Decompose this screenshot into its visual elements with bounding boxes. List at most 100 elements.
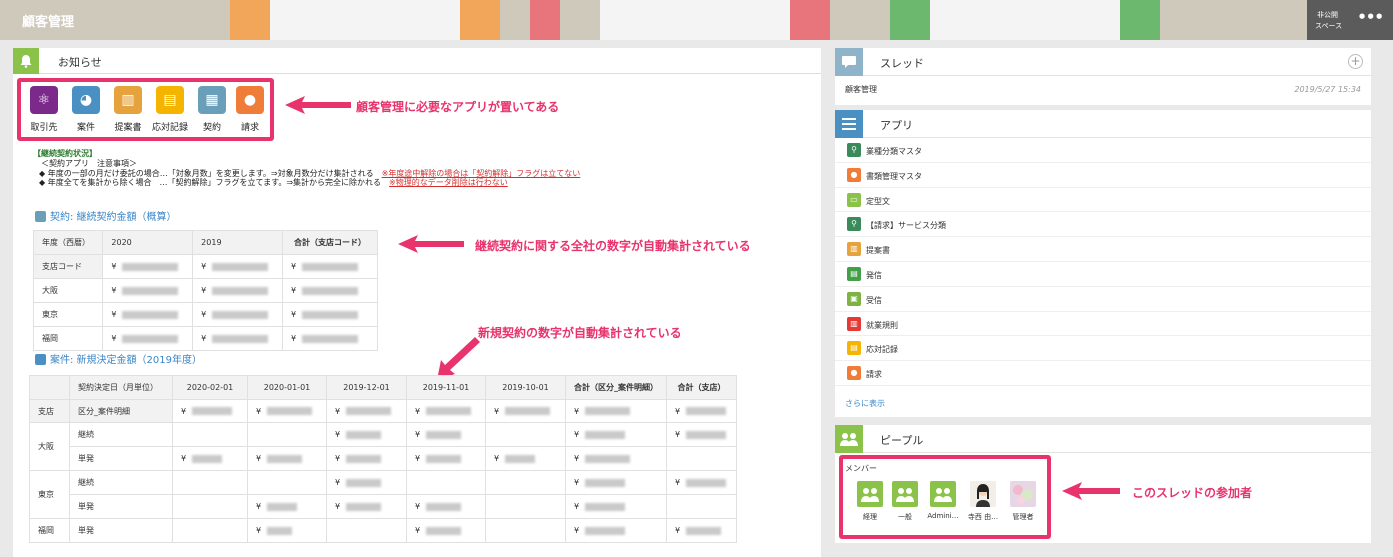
member-item[interactable]: 寺西 由… [963, 481, 1003, 522]
table-cell: ¥ [102, 302, 194, 327]
people-header: ピープル [835, 425, 1371, 453]
app-list-item[interactable]: ▥ 就業規則 [835, 312, 1371, 337]
table-cell: ¥ [281, 302, 379, 327]
table-cell [485, 470, 566, 495]
app-seikyu[interactable]: ● 請求 [229, 86, 271, 133]
app-item-label: 提案書 [866, 246, 890, 256]
yen: ¥ [574, 406, 580, 416]
deal-table: 契約決定日（月単位） 2020-02-01 2020-01-01 2019-12… [29, 375, 737, 543]
table-cell: ¥ [247, 446, 327, 471]
table-cell: ¥ [406, 494, 486, 519]
notice-line: ＜契約アプリ 注意事項＞ [41, 158, 137, 168]
app-list-item[interactable]: ▭ 定型文 [835, 188, 1371, 213]
yen: ¥ [335, 430, 341, 439]
app-list-item[interactable]: ⚲ 業種分類マスタ [835, 138, 1371, 163]
yen: ¥ [494, 406, 500, 416]
member-item[interactable]: 一般 [885, 481, 925, 522]
app-list-item[interactable]: ▤ 応対記録 [835, 336, 1371, 362]
table-row: 大阪 ¥ ¥ ¥ [32, 278, 379, 303]
people-panel: ピープル メンバー 経理 一般 Admini… 寺西 由… 管理者 このスレッド… [835, 425, 1371, 543]
yen: ¥ [675, 526, 681, 535]
app-label: 契約 [202, 123, 221, 133]
table-cell: ¥ [406, 399, 486, 423]
row-label: 支店 [29, 399, 70, 423]
yen: ¥ [675, 478, 681, 487]
notice-header: お知らせ [13, 48, 821, 74]
contract-icon [35, 211, 46, 222]
table-cell: ¥ [406, 446, 486, 471]
app-torihikisaki[interactable]: ⚛ 取引先 [23, 86, 65, 133]
add-icon[interactable]: + [1348, 54, 1363, 69]
deal-section-title[interactable]: 案件: 新規決定金額（2019年度） [35, 351, 202, 366]
yen: ¥ [201, 334, 207, 343]
row-label: 福岡 [32, 326, 104, 351]
table-header: 合計（支店コード） [281, 230, 379, 255]
notice-text-span: ◆ 年度の一部の月だけ委託の場合…「対象月数」を変更します。⇒対象月数分だけ集計… [39, 168, 374, 178]
app-outai[interactable]: ▤ 応対記録 [149, 86, 191, 133]
member-item[interactable]: 経理 [850, 481, 890, 522]
notice-link[interactable]: ※物理的なデータ削除は行わない [389, 178, 508, 187]
app-list-item[interactable]: ▥ 提案書 [835, 237, 1371, 262]
yen: ¥ [415, 454, 421, 463]
user-photo-icon [970, 481, 996, 507]
app-anken[interactable]: ◕ 案件 [65, 86, 107, 133]
app-keiyaku[interactable]: ▦ 契約 [191, 86, 233, 133]
printer-icon: ▤ [847, 266, 861, 281]
members-label: メンバー [845, 464, 877, 473]
table-row: 東京 ¥ ¥ ¥ [32, 302, 379, 327]
table-row: 単発 ¥ ¥ ¥ ¥ [30, 494, 737, 519]
yen: ¥ [111, 286, 117, 295]
table-header: 契約決定日（月単位） [69, 375, 173, 400]
app-list-item[interactable]: ⚲ 【請求】サービス分類 [835, 212, 1371, 238]
app-list-item[interactable]: ● 請求 [835, 361, 1371, 386]
member-item[interactable]: 管理者 [1003, 481, 1043, 522]
key-icon: ⚲ [847, 217, 861, 232]
inbox-icon: ▣ [847, 291, 861, 306]
table-cell: ¥ [247, 518, 327, 543]
table-cell: ¥ [666, 399, 737, 423]
table-cell: ¥ [485, 399, 566, 423]
app-label: 請求 [240, 123, 259, 133]
piggy-bank-icon: ● [236, 86, 264, 114]
space-menu-button[interactable]: 非公開 スペース ••• [1307, 0, 1393, 40]
row-label: 区分_案件明細 [69, 399, 173, 423]
row-label: 単発 [69, 494, 173, 519]
table-cell: ¥ [192, 278, 283, 303]
yen: ¥ [290, 262, 297, 271]
contract-section-title[interactable]: 契約: 継続契約金額（概算） [35, 208, 177, 223]
yen: ¥ [290, 334, 297, 343]
yen: ¥ [201, 262, 207, 271]
notice-link[interactable]: ※年度途中解除の場合は「契約解除」フラグは立てない [382, 169, 581, 178]
yen: ¥ [574, 454, 580, 463]
header-decoration [930, 0, 1120, 40]
app-list-item[interactable]: ● 書類管理マスタ [835, 163, 1371, 188]
yen: ¥ [335, 502, 341, 511]
table-cell: ¥ [666, 422, 737, 447]
table-cell [247, 422, 327, 447]
member-item[interactable]: Admini… [923, 481, 963, 520]
app-teiansho[interactable]: ▥ 提案書 [107, 86, 149, 133]
piggy-bank-icon: ● [847, 366, 861, 381]
yen: ¥ [201, 286, 207, 295]
app-list-item[interactable]: ▣ 受信 [835, 287, 1371, 312]
thread-name[interactable]: 顧客管理 [845, 84, 877, 95]
table-header: 年度（西暦） [32, 230, 104, 255]
member-name: 一般 [898, 513, 912, 521]
show-more-link[interactable]: さらに表示 [845, 398, 885, 409]
app-list-item[interactable]: ▤ 発信 [835, 262, 1371, 287]
app-item-label: 発信 [866, 270, 882, 280]
notice-line: ◆ 年度の一部の月だけ委託の場合…「対象月数」を変更します。⇒対象月数分だけ集計… [33, 169, 580, 179]
apps-title: アプリ [880, 119, 913, 132]
member-name: 経理 [863, 513, 877, 521]
speech-bubble-icon [835, 48, 863, 76]
yen: ¥ [290, 286, 297, 295]
clipboard-icon: ▤ [156, 86, 184, 114]
yen: ¥ [574, 430, 580, 439]
more-options-icon[interactable]: ••• [1357, 8, 1384, 26]
group-icon [835, 425, 863, 453]
app-item-label: 受信 [866, 295, 882, 305]
table-row: 大阪 継続 ¥ ¥ ¥ ¥ [29, 422, 737, 471]
privacy-label: 非公開 [1317, 11, 1338, 19]
member-name: 管理者 [1012, 513, 1034, 521]
annotation-apps: 顧客管理に必要なアプリが置いてある [356, 100, 560, 114]
